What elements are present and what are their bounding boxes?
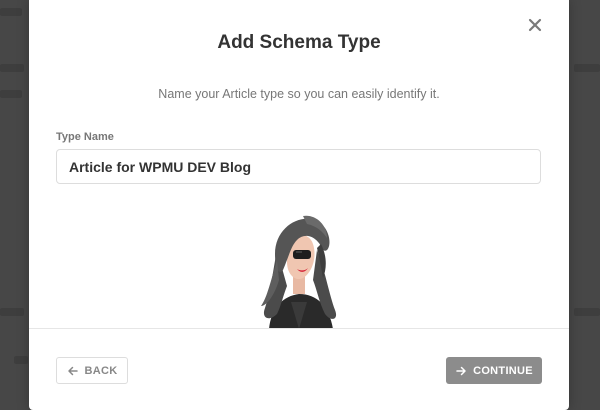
back-button-label: BACK <box>84 364 118 377</box>
type-name-label: Type Name <box>56 131 114 143</box>
arrow-left-icon <box>67 365 79 377</box>
type-name-input[interactable] <box>56 149 541 184</box>
modal-subtitle: Name your Article type so you can easily… <box>158 87 440 101</box>
back-button[interactable]: BACK <box>56 357 128 384</box>
modal-title: Add Schema Type <box>217 32 381 53</box>
continue-button-label: CONTINUE <box>473 364 533 377</box>
continue-button[interactable]: CONTINUE <box>446 357 542 384</box>
mascot-character-illustration <box>247 210 351 329</box>
add-schema-type-modal: Add Schema Type Name your Article type s… <box>29 0 569 410</box>
footer-divider <box>29 328 569 329</box>
arrow-right-icon <box>455 365 467 377</box>
